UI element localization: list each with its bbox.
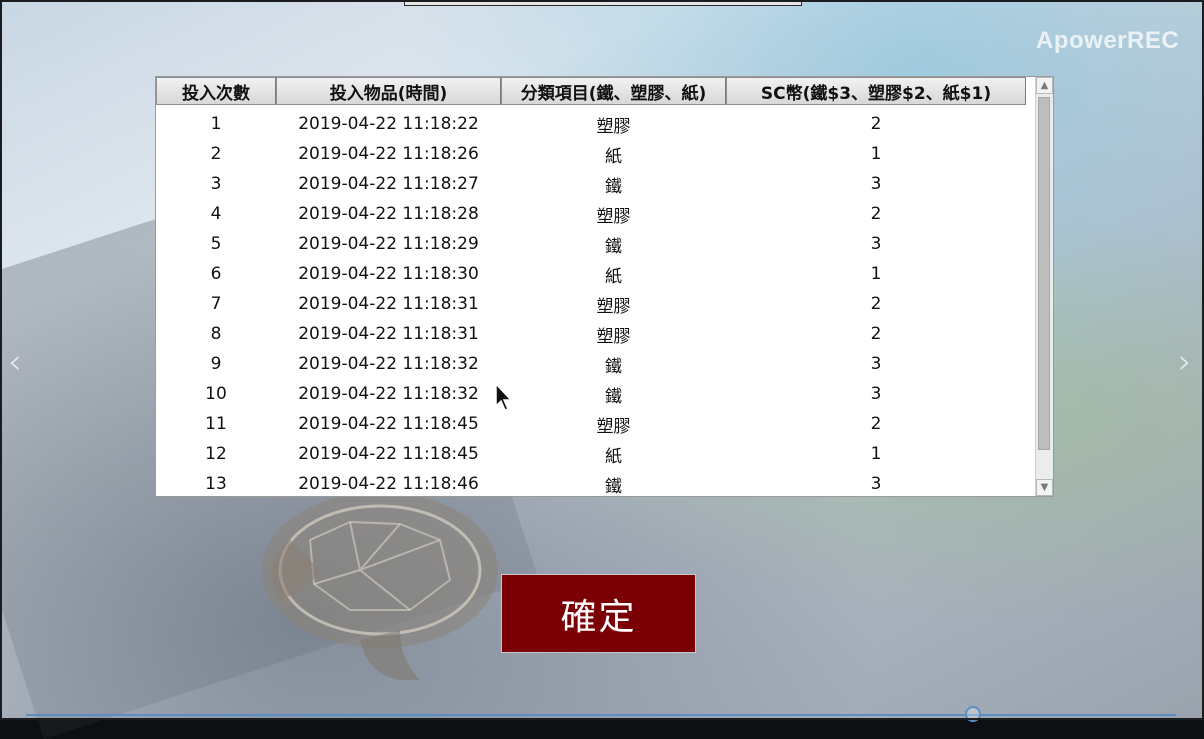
column-header-count[interactable]: 投入次數	[156, 77, 276, 105]
table-row[interactable]: 8 2019-04-22 11:18:31 塑膠 2	[156, 319, 1026, 349]
table-row[interactable]: 9 2019-04-22 11:18:32 鐵 3	[156, 349, 1026, 379]
cell-count: 2	[210, 144, 222, 164]
cell-time: 2019-04-22 11:18:32	[298, 354, 479, 374]
cell-count: 12	[205, 444, 227, 464]
cell-time: 2019-04-22 11:18:29	[298, 234, 479, 254]
table-row[interactable]: 2 2019-04-22 11:18:26 紙 1	[156, 139, 1026, 169]
cell-count: 1	[210, 114, 222, 134]
cell-count: 4	[210, 204, 222, 224]
cell-coins: 1	[870, 264, 882, 284]
cell-time: 2019-04-22 11:18:30	[298, 264, 479, 284]
watermark-label: ApowerREC	[1036, 27, 1180, 54]
cell-coins: 2	[870, 114, 882, 134]
mouse-pointer-icon	[495, 382, 513, 411]
cell-coins: 3	[870, 384, 882, 404]
cell-category: 鐵	[605, 476, 622, 497]
cell-time: 2019-04-22 11:18:26	[298, 144, 479, 164]
cell-coins: 3	[870, 234, 882, 254]
table-row[interactable]: 4 2019-04-22 11:18:28 塑膠 2	[156, 199, 1026, 229]
table-row[interactable]: 7 2019-04-22 11:18:31 塑膠 2	[156, 289, 1026, 319]
cell-coins: 2	[870, 324, 882, 344]
cell-count: 13	[205, 474, 227, 494]
cell-category: 鐵	[605, 386, 622, 407]
table-row[interactable]: 10 2019-04-22 11:18:32 鐵 3	[156, 379, 1026, 409]
cell-count: 3	[210, 174, 222, 194]
cell-coins: 2	[870, 294, 882, 314]
cell-time: 2019-04-22 11:18:28	[298, 204, 479, 224]
cell-time: 2019-04-22 11:18:27	[298, 174, 479, 194]
records-grid[interactable]: 投入次數 投入物品(時間) 分類項目(鐵、塑膠、紙) SC幣(鐵$3、塑膠$2、…	[155, 76, 1054, 497]
cell-coins: 3	[870, 354, 882, 374]
table-row[interactable]: 3 2019-04-22 11:18:27 鐵 3	[156, 169, 1026, 199]
cell-count: 10	[205, 384, 227, 404]
confirm-button[interactable]: 確定	[501, 574, 696, 653]
scrollbar-thumb[interactable]	[1038, 97, 1050, 450]
table-row[interactable]: 1 2019-04-22 11:18:22 塑膠 2	[156, 109, 1026, 139]
cell-time: 2019-04-22 11:18:45	[298, 444, 479, 464]
app-frame: ‹ › ApowerREC 投入次數 投入物品(時間) 分類項目(鐵、塑膠、紙)…	[0, 0, 1204, 739]
cell-coins: 3	[870, 174, 882, 194]
cell-category: 鐵	[605, 176, 622, 197]
cell-time: 2019-04-22 11:18:46	[298, 474, 479, 494]
chevron-left-icon[interactable]: ‹	[8, 345, 26, 379]
cell-category: 塑膠	[596, 116, 631, 137]
cell-category: 紙	[605, 446, 622, 467]
cell-coins: 1	[870, 144, 882, 164]
cell-count: 9	[210, 354, 222, 374]
table-row[interactable]: 12 2019-04-22 11:18:45 紙 1	[156, 439, 1026, 469]
scroll-down-icon[interactable]: ▼	[1036, 479, 1053, 496]
progress-track[interactable]	[26, 714, 1176, 716]
cell-category: 塑膠	[596, 296, 631, 317]
grid-body: 1 2019-04-22 11:18:22 塑膠 2 2 2019-04-22 …	[156, 109, 1026, 497]
cell-category: 塑膠	[596, 416, 631, 437]
scroll-up-icon[interactable]: ▲	[1036, 77, 1053, 94]
column-header-time[interactable]: 投入物品(時間)	[276, 77, 501, 105]
cell-coins: 2	[870, 414, 882, 434]
cell-category: 塑膠	[596, 326, 631, 347]
cell-count: 5	[210, 234, 222, 254]
cell-time: 2019-04-22 11:18:22	[298, 114, 479, 134]
top-title-bar	[404, 0, 802, 6]
cell-coins: 1	[870, 444, 882, 464]
column-header-category[interactable]: 分類項目(鐵、塑膠、紙)	[501, 77, 726, 105]
turtle-illustration	[262, 492, 498, 680]
cell-category: 紙	[605, 266, 622, 287]
vertical-scrollbar[interactable]: ▲ ▼	[1035, 77, 1053, 496]
cell-coins: 2	[870, 204, 882, 224]
column-header-coins[interactable]: SC幣(鐵$3、塑膠$2、紙$1)	[726, 77, 1026, 105]
cell-category: 鐵	[605, 236, 622, 257]
cell-coins: 3	[870, 474, 882, 494]
cell-time: 2019-04-22 11:18:31	[298, 294, 479, 314]
table-row[interactable]: 6 2019-04-22 11:18:30 紙 1	[156, 259, 1026, 289]
cell-category: 鐵	[605, 356, 622, 377]
table-row[interactable]: 5 2019-04-22 11:18:29 鐵 3	[156, 229, 1026, 259]
cell-count: 8	[210, 324, 222, 344]
cell-count: 6	[210, 264, 222, 284]
cell-time: 2019-04-22 11:18:31	[298, 324, 479, 344]
cell-time: 2019-04-22 11:18:45	[298, 414, 479, 434]
cell-category: 紙	[605, 146, 622, 167]
table-row[interactable]: 11 2019-04-22 11:18:45 塑膠 2	[156, 409, 1026, 439]
grid-header: 投入次數 投入物品(時間) 分類項目(鐵、塑膠、紙) SC幣(鐵$3、塑膠$2、…	[156, 77, 1026, 107]
table-row[interactable]: 13 2019-04-22 11:18:46 鐵 3	[156, 469, 1026, 497]
cell-count: 7	[210, 294, 222, 314]
cell-category: 塑膠	[596, 206, 631, 227]
cell-time: 2019-04-22 11:18:32	[298, 384, 479, 404]
cell-count: 11	[205, 414, 227, 434]
chevron-right-icon[interactable]: ›	[1178, 345, 1196, 379]
